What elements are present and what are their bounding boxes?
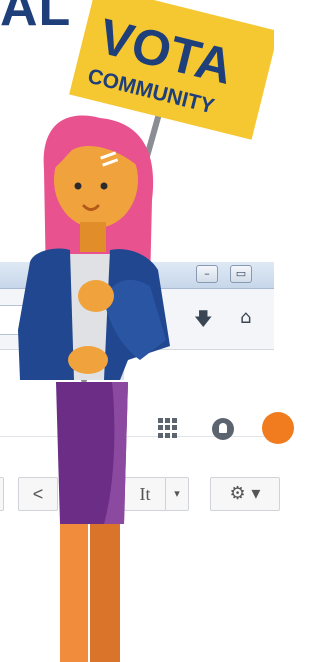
lower-hand (68, 346, 108, 374)
community-mascot: VOTA COMMUNITY (18, 0, 274, 662)
right-eye (100, 182, 108, 190)
right-leg (90, 524, 120, 662)
upper-hand (78, 280, 114, 312)
left-eye (74, 182, 82, 190)
jacket-left (18, 248, 74, 380)
left-leg (60, 524, 88, 662)
